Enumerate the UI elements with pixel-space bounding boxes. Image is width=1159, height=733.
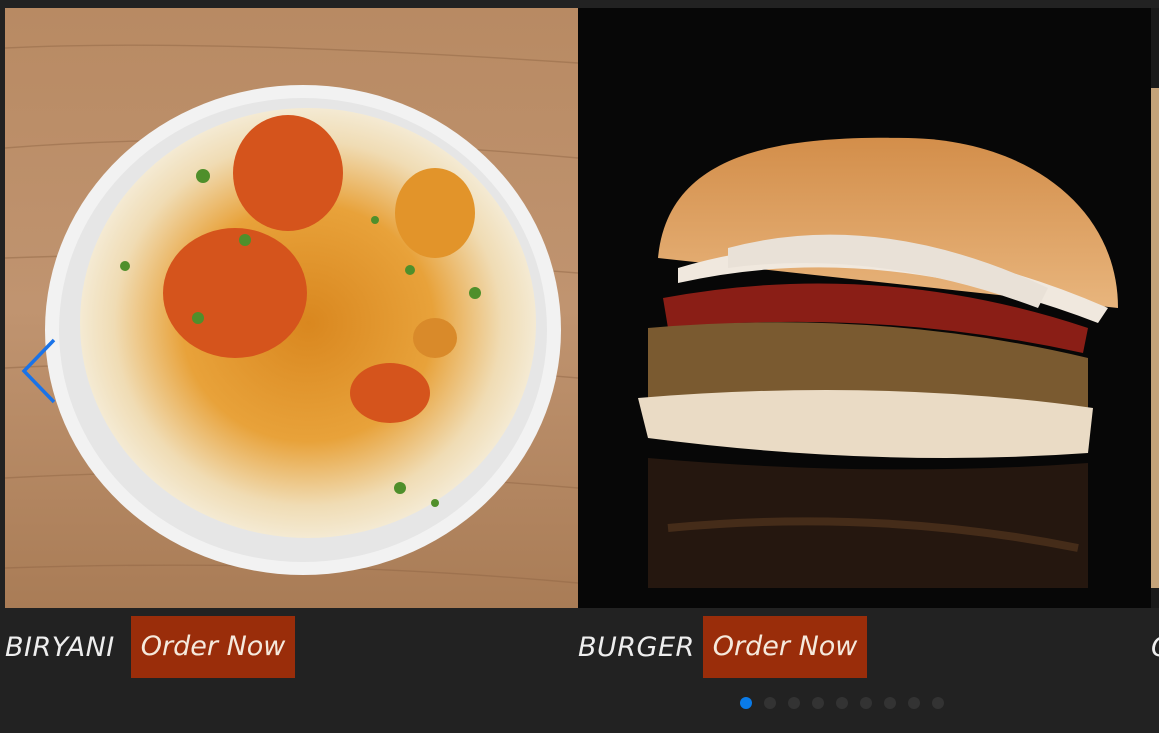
dish-name-partial: C — [1151, 632, 1159, 663]
partial-image — [1151, 8, 1159, 608]
order-now-button-burger[interactable]: Order Now — [702, 616, 868, 678]
pagination-dot-4[interactable] — [812, 697, 824, 709]
food-carousel: BIRYANI Order Now BURGER Order Now — [0, 0, 1159, 733]
pagination-dot-7[interactable] — [884, 697, 896, 709]
pagination-dot-1[interactable] — [740, 697, 752, 709]
pagination-dot-3[interactable] — [788, 697, 800, 709]
burger-caption: BURGER Order Now — [578, 616, 868, 678]
pagination-dot-5[interactable] — [836, 697, 848, 709]
previous-slide-button[interactable] — [20, 338, 60, 404]
pagination-dot-2[interactable] — [764, 697, 776, 709]
dish-name-burger: BURGER — [578, 631, 695, 663]
chevron-left-icon — [21, 338, 56, 404]
pagination-dot-8[interactable] — [908, 697, 920, 709]
pagination-dot-6[interactable] — [860, 697, 872, 709]
burger-image — [578, 8, 1151, 608]
biryani-image — [5, 8, 578, 608]
biryani-caption: BIRYANI Order Now — [5, 616, 296, 678]
order-now-button-biryani[interactable]: Order Now — [130, 616, 296, 678]
pagination-dot-9[interactable] — [932, 697, 944, 709]
carousel-pagination — [740, 697, 944, 709]
partial-caption: C — [1151, 616, 1159, 678]
dish-name-biryani: BIRYANI — [5, 631, 115, 663]
